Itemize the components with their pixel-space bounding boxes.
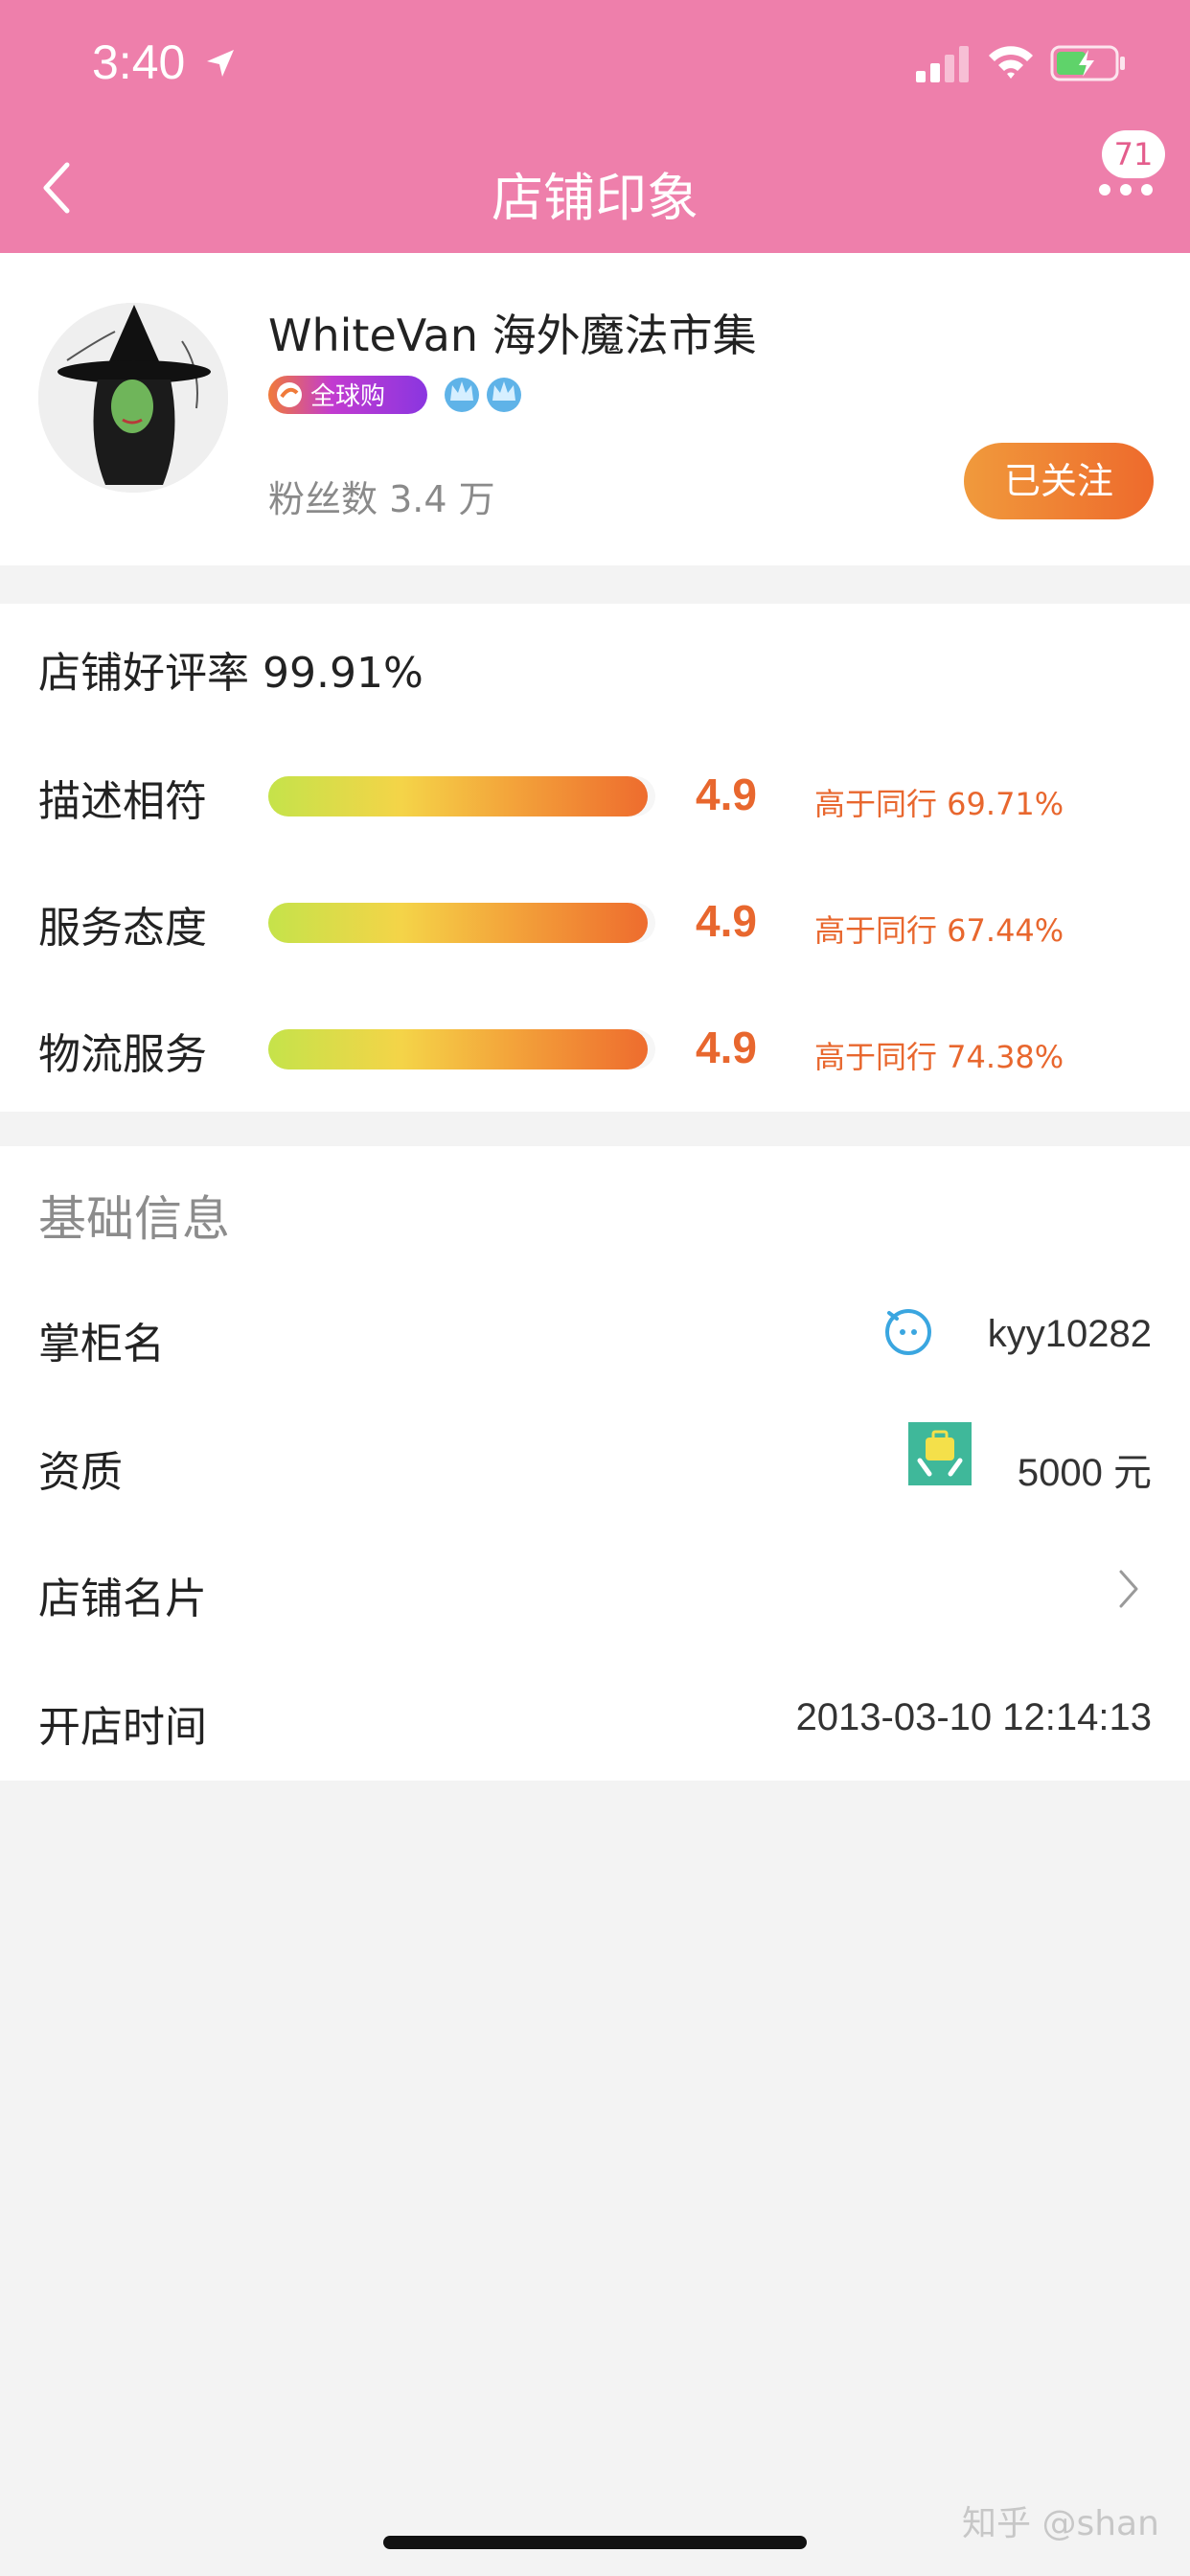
wangwang-icon[interactable] bbox=[881, 1303, 935, 1357]
rating-score: 4.9 bbox=[696, 1023, 757, 1072]
rating-row-logistics: 物流服务 4.9 高于同行 74.38% bbox=[0, 1020, 1190, 1079]
rating-bar-fill bbox=[268, 1029, 648, 1070]
rating-bar-track bbox=[268, 903, 655, 943]
rating-bar-fill bbox=[268, 776, 648, 816]
rating-score: 4.9 bbox=[696, 770, 757, 819]
info-label: 资质 bbox=[38, 1448, 123, 1497]
info-row-shop-card[interactable]: 店铺名片 bbox=[0, 1558, 1190, 1625]
qualification-value: 5000 元 bbox=[1017, 1452, 1152, 1494]
header: 3:40 店铺印象 71 bbox=[0, 0, 1190, 253]
info-row-qualification[interactable]: 资质 5000 元 bbox=[0, 1422, 1190, 1499]
signal-icon bbox=[916, 46, 969, 82]
watermark: 知乎 @shan bbox=[962, 2504, 1159, 2543]
info-label: 掌柜名 bbox=[38, 1320, 165, 1368]
shopkeeper-name: kyy10282 bbox=[987, 1313, 1152, 1355]
global-buy-label: 全球购 bbox=[310, 382, 385, 411]
message-count-badge: 71 bbox=[1102, 130, 1165, 178]
chevron-right-icon[interactable] bbox=[1115, 1566, 1142, 1612]
crown-icon bbox=[445, 378, 479, 412]
rating-row-service: 服务态度 4.9 高于同行 67.44% bbox=[0, 893, 1190, 953]
rating-bar-track bbox=[268, 1029, 655, 1070]
rating-bar-track bbox=[268, 776, 655, 816]
fans-count: 粉丝数 3.4 万 bbox=[268, 478, 495, 520]
rating-label: 描述相符 bbox=[38, 777, 207, 826]
wifi-icon bbox=[989, 46, 1033, 79]
info-label: 店铺名片 bbox=[38, 1575, 207, 1623]
home-indicator[interactable] bbox=[383, 2536, 807, 2549]
rating-compare: 高于同行 69.71% bbox=[814, 786, 1064, 822]
rating-compare: 高于同行 74.38% bbox=[814, 1039, 1064, 1075]
rating-row-description: 描述相符 4.9 高于同行 69.71% bbox=[0, 767, 1190, 826]
open-time-value: 2013-03-10 12:14:13 bbox=[795, 1696, 1152, 1738]
follow-button[interactable]: 已关注 bbox=[964, 443, 1154, 519]
basic-info-section: 基础信息 掌柜名 kyy10282 资质 5000 元 店铺名片 开店时间 20… bbox=[0, 1146, 1190, 1781]
shop-card: WhiteVan 海外魔法市集 全球购 粉丝数 3.4 万 已关注 bbox=[0, 253, 1190, 565]
shop-name: WhiteVan 海外魔法市集 bbox=[268, 310, 757, 361]
good-rate: 店铺好评率 99.91% bbox=[38, 649, 423, 698]
global-buy-badge: 全球购 bbox=[268, 376, 427, 414]
location-arrow-icon bbox=[207, 50, 234, 77]
info-row-open-time: 开店时间 2013-03-10 12:14:13 bbox=[0, 1687, 1190, 1754]
status-time: 3:40 bbox=[92, 35, 186, 89]
rating-score: 4.9 bbox=[696, 896, 757, 946]
rating-bar-fill bbox=[268, 903, 648, 943]
page-title: 店铺印象 bbox=[492, 168, 698, 228]
witch-avatar-image bbox=[38, 303, 228, 493]
rating-label: 服务态度 bbox=[38, 904, 207, 953]
more-icon[interactable] bbox=[1098, 182, 1154, 197]
info-row-shopkeeper[interactable]: 掌柜名 kyy10282 bbox=[0, 1303, 1190, 1370]
info-label: 开店时间 bbox=[38, 1703, 207, 1752]
ratings-section: 店铺好评率 99.91% 描述相符 4.9 高于同行 69.71% 服务态度 4… bbox=[0, 604, 1190, 1112]
rating-compare: 高于同行 67.44% bbox=[814, 912, 1064, 949]
deposit-icon bbox=[908, 1422, 972, 1485]
rating-label: 物流服务 bbox=[38, 1030, 207, 1079]
section-title: 基础信息 bbox=[38, 1191, 230, 1247]
crown-icon bbox=[487, 378, 521, 412]
battery-icon bbox=[1050, 45, 1125, 81]
shop-avatar[interactable] bbox=[38, 303, 228, 493]
